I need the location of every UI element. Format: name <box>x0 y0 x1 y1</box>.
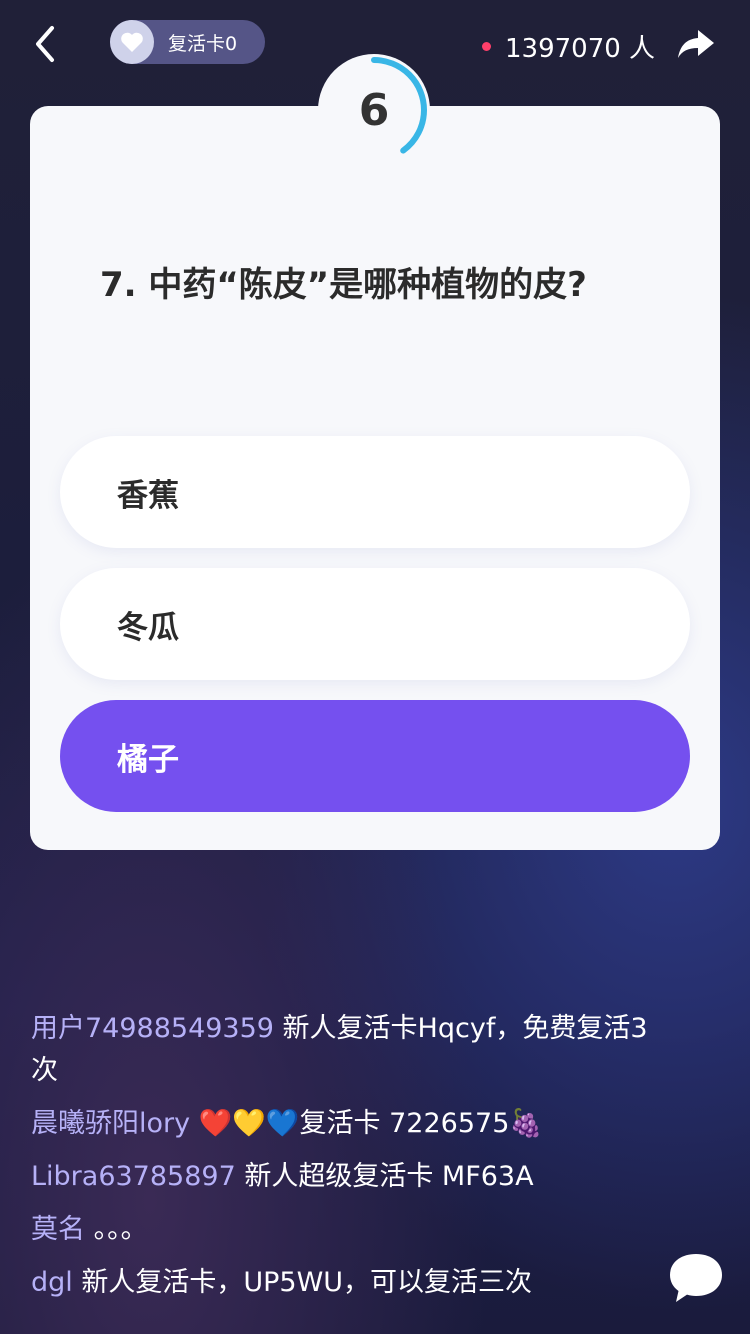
comment-text: 新人超级复活卡 MF63A <box>235 1161 534 1192</box>
question-card: 7. 中药“陈皮”是哪种植物的皮? 香蕉 冬瓜 橘子 <box>30 106 720 850</box>
comment-item: 晨曦骄阳lory ❤️💛💙复活卡 7226575🍇 <box>31 1103 651 1145</box>
comment-text: ❤️💛💙复活卡 7226575🍇 <box>190 1108 543 1139</box>
answer-option-label: 橘子 <box>117 741 179 778</box>
comment-user: 莫名 <box>31 1214 85 1245</box>
comment-feed: 用户74988549359 新人复活卡Hqcyf，免费复活3次 晨曦骄阳lory… <box>31 1008 651 1315</box>
back-icon[interactable] <box>28 22 68 66</box>
comment-text: 新人复活卡，UP5WU，可以复活三次 <box>72 1267 533 1298</box>
live-dot <box>482 42 491 51</box>
question-text: 7. 中药“陈皮”是哪种植物的皮? <box>100 265 587 305</box>
comment-user: 晨曦骄阳lory <box>31 1108 191 1139</box>
comment-user: Libra63785897 <box>31 1161 236 1192</box>
chat-bubble-icon[interactable] <box>668 1250 724 1306</box>
timer-seconds: 6 <box>358 84 390 136</box>
answer-option-label: 冬瓜 <box>117 609 179 646</box>
comment-item: 莫名 。。。 <box>31 1209 651 1251</box>
heart-icon <box>110 20 154 64</box>
answer-option-2[interactable]: 冬瓜 <box>60 568 690 680</box>
countdown-timer: 6 <box>318 54 430 166</box>
online-users: 1397070 人 <box>482 28 655 65</box>
answer-option-label: 香蕉 <box>117 477 179 514</box>
comment-text: 。。。 <box>85 1214 148 1245</box>
comment-item: dgl 新人复活卡，UP5WU，可以复活三次 <box>31 1262 651 1304</box>
revive-card-badge[interactable]: 复活卡0 <box>110 20 265 64</box>
comment-user: dgl <box>31 1267 73 1298</box>
answer-option-3-selected[interactable]: 橘子 <box>60 700 690 812</box>
answer-option-1[interactable]: 香蕉 <box>60 436 690 548</box>
comment-user: 用户74988549359 <box>31 1013 274 1044</box>
comment-item: 用户74988549359 新人复活卡Hqcyf，免费复活3次 <box>31 1008 651 1092</box>
revive-card-label: 复活卡0 <box>168 32 238 55</box>
share-arrow-icon[interactable] <box>676 24 716 64</box>
comment-item: Libra63785897 新人超级复活卡 MF63A <box>31 1156 651 1198</box>
online-count: 1397070 人 <box>505 34 656 64</box>
